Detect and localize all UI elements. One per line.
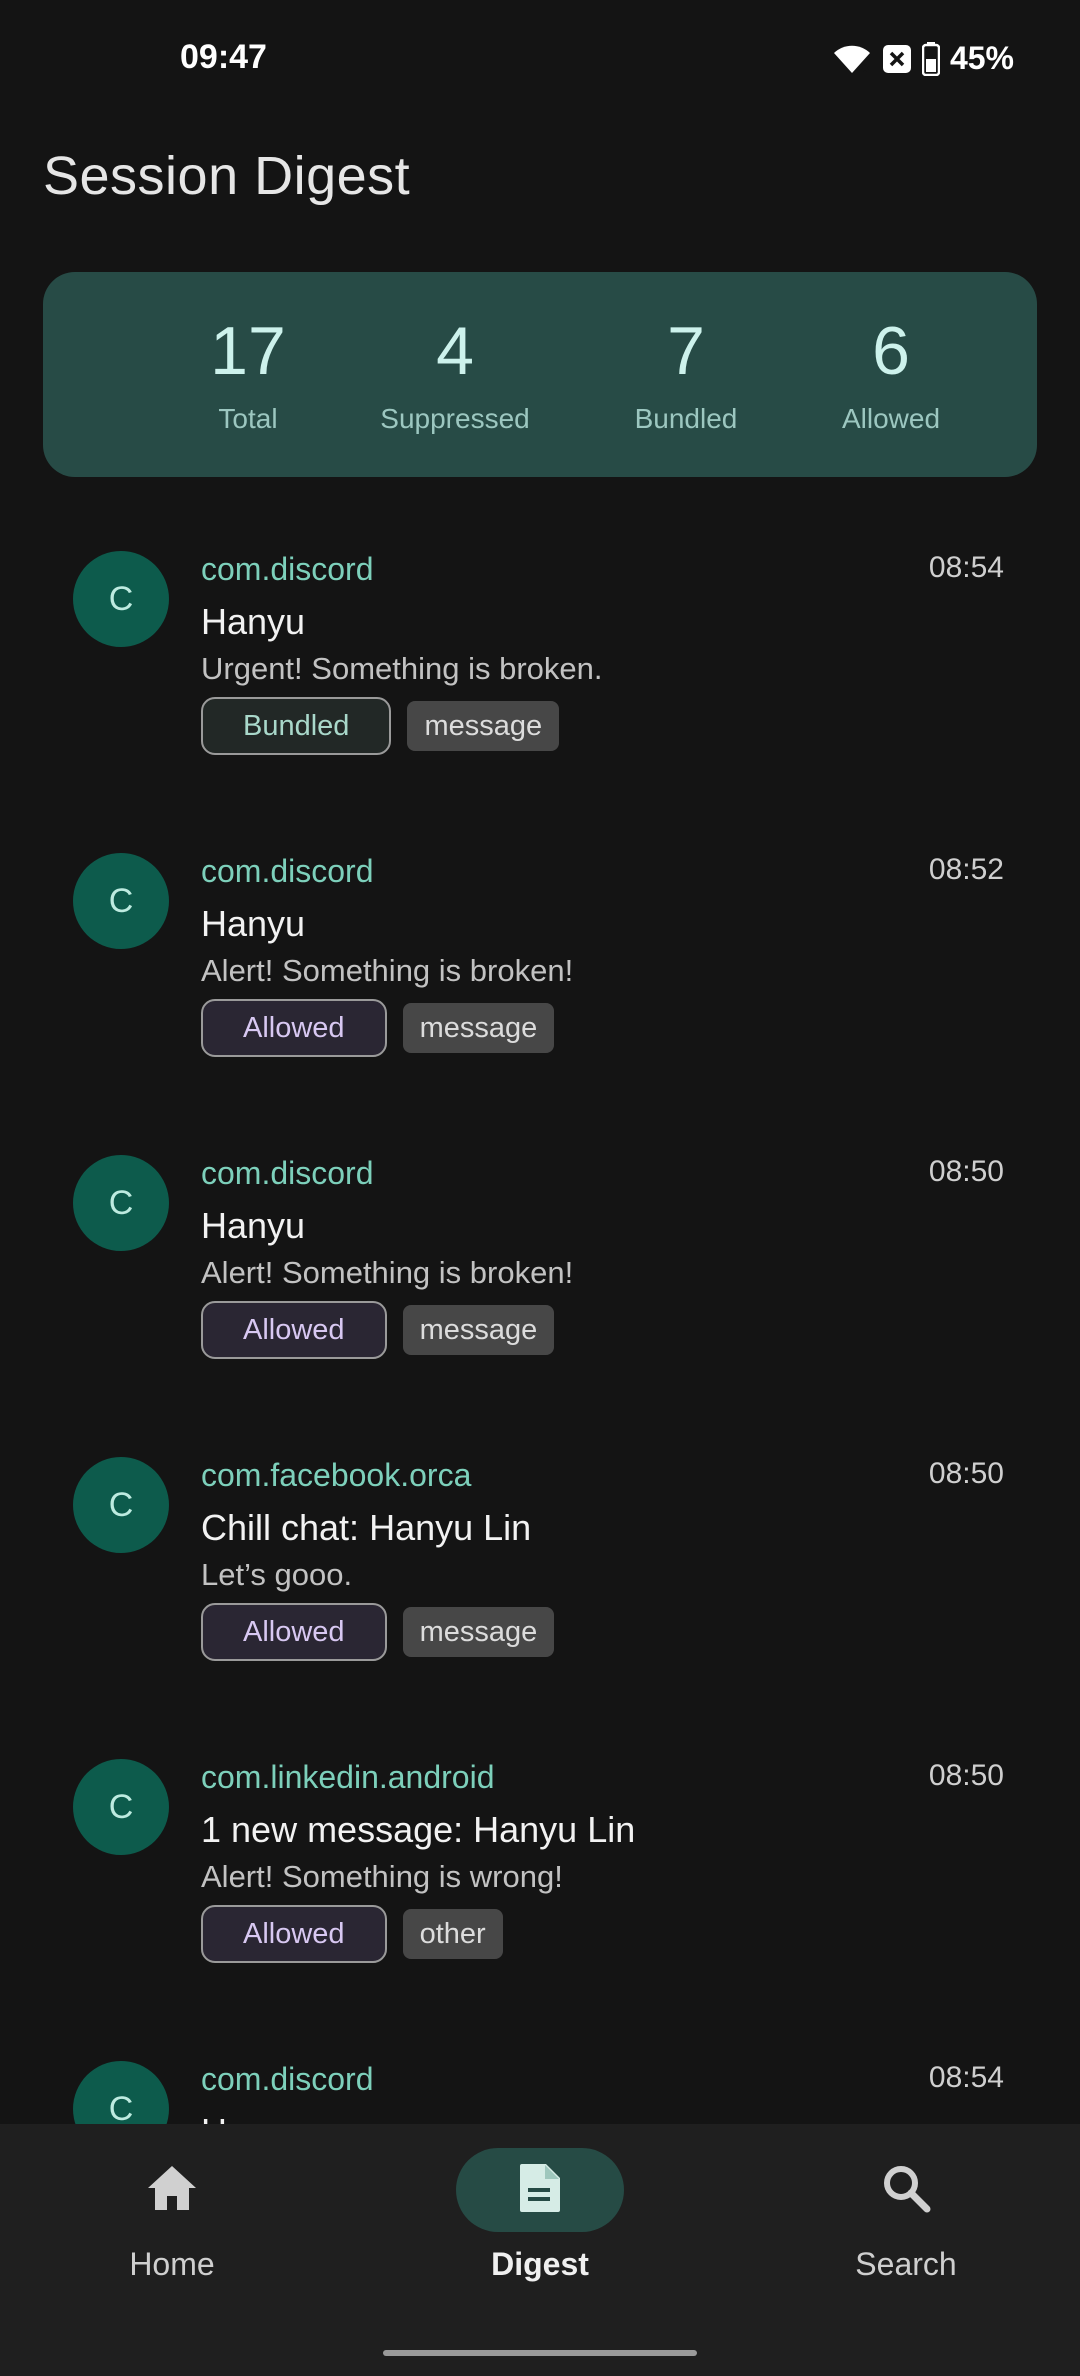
chip-row: Allowed other bbox=[201, 1905, 503, 1963]
chip-row: Bundled message bbox=[201, 697, 560, 755]
chip-row: Allowed message bbox=[201, 1301, 555, 1359]
notification-body: Alert! Something is wrong! bbox=[201, 1859, 563, 1894]
package-name: com.discord bbox=[201, 551, 374, 587]
bottom-nav: Home Digest Search bbox=[0, 2124, 1080, 2376]
list-item[interactable]: C com.discord 08:50 Hanyu Alert! Somethi… bbox=[0, 1135, 1080, 1435]
status-chip[interactable]: Allowed bbox=[201, 1905, 387, 1963]
status-chip[interactable]: Bundled bbox=[201, 697, 392, 755]
stat-label: Suppressed bbox=[380, 403, 530, 434]
notification-title: Hanyu bbox=[201, 903, 306, 944]
category-chip[interactable]: message bbox=[402, 1607, 555, 1657]
page-title: Session Digest bbox=[43, 146, 411, 206]
list-item[interactable]: C com.discord 08:54 Hanyu Urgent! Someth… bbox=[0, 531, 1080, 831]
list-item[interactable]: C com.linkedin.android 08:50 1 new messa… bbox=[0, 1739, 1080, 2039]
list-item[interactable]: C com.facebook.orca 08:50 Chill chat: Ha… bbox=[0, 1437, 1080, 1737]
notification-title: 1 new message: Hanyu Lin bbox=[201, 1809, 636, 1850]
package-name: com.discord bbox=[201, 853, 374, 889]
notification-time: 08:50 bbox=[928, 1457, 1004, 1490]
package-name: com.facebook.orca bbox=[201, 1457, 472, 1493]
nav-label: Search bbox=[855, 2246, 957, 2282]
stat-suppressed: 4 Suppressed bbox=[335, 317, 575, 435]
stat-value: 17 bbox=[210, 313, 286, 389]
stat-bundled: 7 Bundled bbox=[566, 317, 806, 435]
battery-percent: 45% bbox=[949, 40, 1014, 76]
app-avatar: C bbox=[73, 1155, 169, 1251]
category-chip[interactable]: message bbox=[402, 1003, 555, 1053]
nav-label: Home bbox=[129, 2246, 215, 2282]
stats-card: 17 Total 4 Suppressed 7 Bundled 6 Allowe… bbox=[43, 272, 1037, 477]
category-chip[interactable]: other bbox=[402, 1909, 503, 1959]
notification-body: Alert! Something is broken! bbox=[201, 1255, 574, 1290]
nav-icon-container bbox=[88, 2148, 256, 2232]
notification-title: Hanyu bbox=[201, 601, 306, 642]
notification-time: 08:52 bbox=[928, 853, 1004, 886]
digest-icon bbox=[518, 2162, 562, 2219]
app-avatar: C bbox=[73, 551, 169, 647]
status-chip[interactable]: Allowed bbox=[201, 999, 387, 1057]
notification-title: Chill chat: Hanyu Lin bbox=[201, 1507, 532, 1548]
nav-icon-container bbox=[822, 2148, 990, 2232]
notification-body: Alert! Something is broken! bbox=[201, 953, 574, 988]
stat-total: 17 Total bbox=[128, 317, 368, 435]
status-chip[interactable]: Allowed bbox=[201, 1301, 387, 1359]
stat-label: Bundled bbox=[634, 403, 738, 434]
status-icons: 45% bbox=[832, 40, 1014, 77]
nav-item-search[interactable]: Search bbox=[776, 2148, 1036, 2283]
notification-time: 08:50 bbox=[928, 1155, 1004, 1188]
home-icon bbox=[146, 2164, 198, 2217]
package-name: com.linkedin.android bbox=[201, 1759, 495, 1795]
notification-x-icon bbox=[882, 44, 912, 74]
app-avatar: C bbox=[73, 853, 169, 949]
notification-time: 08:50 bbox=[928, 1759, 1004, 1792]
nav-label: Digest bbox=[491, 2246, 589, 2282]
stat-value: 7 bbox=[667, 313, 705, 389]
stat-allowed: 6 Allowed bbox=[771, 317, 1011, 435]
notification-title: Hanyu bbox=[201, 1205, 306, 1246]
home-indicator[interactable] bbox=[383, 2350, 697, 2356]
category-chip[interactable]: message bbox=[407, 701, 560, 751]
nav-item-digest[interactable]: Digest bbox=[410, 2148, 670, 2283]
package-name: com.discord bbox=[201, 1155, 374, 1191]
status-bar: 09:47 45% bbox=[0, 0, 1080, 120]
chip-row: Allowed message bbox=[201, 999, 555, 1057]
search-icon bbox=[881, 2163, 931, 2218]
app-avatar: C bbox=[73, 1457, 169, 1553]
notification-body: Let’s gooo. bbox=[201, 1557, 353, 1592]
notification-time: 08:54 bbox=[928, 2061, 1004, 2094]
category-chip[interactable]: message bbox=[402, 1305, 555, 1355]
stat-value: 4 bbox=[436, 313, 474, 389]
chip-row: Allowed message bbox=[201, 1603, 555, 1661]
stat-value: 6 bbox=[872, 313, 910, 389]
nav-icon-container bbox=[456, 2148, 624, 2232]
app-avatar: C bbox=[73, 1759, 169, 1855]
list-item[interactable]: C com.discord 08:52 Hanyu Alert! Somethi… bbox=[0, 833, 1080, 1133]
status-chip[interactable]: Allowed bbox=[201, 1603, 387, 1661]
stat-label: Allowed bbox=[841, 403, 941, 434]
package-name: com.discord bbox=[201, 2061, 374, 2097]
stat-label: Total bbox=[218, 403, 278, 434]
status-time: 09:47 bbox=[180, 38, 267, 76]
notification-time: 08:54 bbox=[928, 551, 1004, 584]
nav-item-home[interactable]: Home bbox=[42, 2148, 302, 2283]
wifi-icon bbox=[832, 43, 872, 75]
battery-icon bbox=[921, 41, 940, 76]
notification-body: Urgent! Something is broken. bbox=[201, 651, 603, 686]
